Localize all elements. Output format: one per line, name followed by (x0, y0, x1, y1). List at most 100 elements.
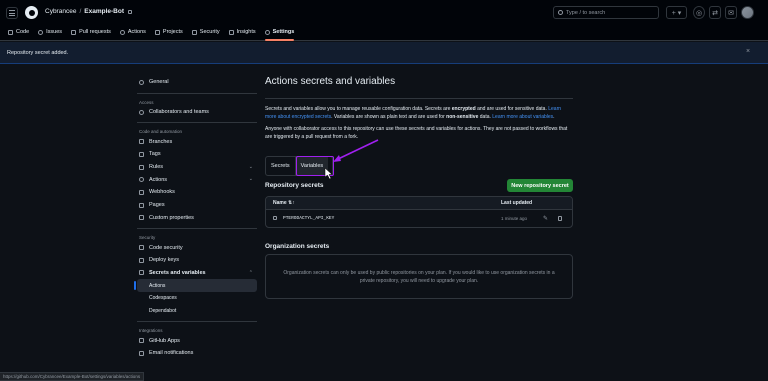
sidebar-item-label: Actions (149, 282, 166, 289)
organization-secrets-message: Organization secrets can only be used by… (265, 254, 573, 299)
people-icon (139, 109, 144, 115)
sidebar-group-heading: Access (139, 99, 154, 105)
owner-link[interactable]: Cybrancee (45, 8, 76, 15)
intro-bold: non-sensitive (446, 114, 479, 120)
search-input[interactable]: Type / to search (553, 6, 659, 19)
sidebar-item-label: Pages (149, 202, 165, 209)
sidebar-item-pages[interactable]: Pages (137, 199, 257, 212)
sidebar-item-branches[interactable]: Branches (137, 135, 257, 148)
note-icon (139, 215, 144, 221)
trash-icon[interactable] (558, 216, 562, 221)
tab-projects[interactable]: Projects (154, 26, 183, 38)
chevron-down-icon: ⌄ (248, 176, 253, 183)
sidebar-item-code-security[interactable]: Code security (137, 241, 257, 254)
updated-column-header: Last updated (501, 200, 533, 206)
title-divider (265, 98, 573, 99)
search-icon (558, 10, 563, 15)
repo-link[interactable]: Example-Bot (84, 8, 124, 15)
sidebar-subitem-actions[interactable]: Actions (134, 279, 257, 292)
sidebar-group-heading: Security (139, 235, 156, 241)
secrets-table: Name ⇅↑ Last updated PTERODACTYL_API_KEY… (265, 196, 573, 228)
breadcrumb-separator: / (79, 8, 82, 15)
secret-name: PTERODACTYL_API_KEY (283, 216, 335, 221)
name-column-header[interactable]: Name ⇅↑ (273, 200, 295, 206)
sidebar-item-label: General (149, 79, 169, 86)
sidebar-item-label: Email notifications (149, 350, 194, 357)
github-logo-icon[interactable] (25, 6, 38, 19)
new-repository-secret-button[interactable]: New repository secret (507, 179, 573, 192)
intro-text: Secrets and variables allow you to manag… (265, 106, 452, 112)
tab-label: Settings (272, 29, 295, 35)
pull-requests-icon[interactable]: ⇄ (709, 6, 721, 19)
tab-security[interactable]: Security (191, 26, 220, 38)
tab-label: Code (16, 29, 30, 35)
repo-tabs: Code Issues Pull requests Actions Projec… (8, 26, 295, 41)
close-icon[interactable]: × (746, 48, 750, 55)
menu-button[interactable] (6, 7, 18, 19)
table-header: Name ⇅↑ Last updated (266, 197, 572, 210)
flash-banner: Repository secret added. × (0, 42, 768, 64)
sidebar-item-label: Deploy keys (149, 257, 179, 264)
tab-code[interactable]: Code (8, 26, 29, 38)
settings-sidebar: General Access Collaborators and teams C… (134, 76, 257, 360)
learn-more-variables-link[interactable]: Learn more about variables (492, 114, 553, 120)
tab-insights[interactable]: Insights (228, 26, 256, 38)
main-content: Actions secrets and variables Secrets an… (265, 76, 573, 141)
table-icon (154, 29, 160, 35)
intro-text: . Variables are shown as plain text and … (331, 114, 447, 120)
tab-pull-requests[interactable]: Pull requests (71, 26, 111, 38)
sidebar-item-collaborators[interactable]: Collaborators and teams (137, 106, 257, 119)
sidebar-subitem-dependabot[interactable]: Dependabot (137, 305, 257, 318)
tab-settings[interactable]: Settings (264, 26, 295, 41)
tab-actions[interactable]: Actions (119, 26, 146, 38)
intro-bold: encrypted (451, 106, 476, 112)
intro-text: data. (478, 114, 493, 120)
avatar[interactable] (741, 6, 754, 19)
tab-label: Projects (162, 29, 183, 35)
sidebar-item-label: Actions (149, 176, 168, 183)
sidebar-item-label: Rules (149, 164, 164, 171)
apps-icon (139, 338, 144, 344)
tab-issues[interactable]: Issues (38, 26, 62, 38)
intro-text: and are used for sensitive data. (475, 106, 549, 112)
search-placeholder: Type / to search (566, 9, 606, 16)
sidebar-item-label: Webhooks (149, 189, 175, 196)
intro-text: . (553, 114, 555, 120)
rules-icon (139, 164, 144, 170)
sidebar-item-rules[interactable]: Rules ⌄ (137, 161, 257, 174)
organization-secrets-heading: Organization secrets (265, 243, 330, 250)
pencil-icon[interactable]: ✎ (543, 215, 548, 222)
sidebar-item-label: GitHub Apps (149, 337, 180, 344)
issues-icon[interactable]: ◎ (693, 6, 705, 19)
chevron-up-icon: ⌃ (248, 269, 253, 276)
sidebar-item-actions[interactable]: Actions ⌄ (137, 173, 257, 186)
sidebar-subitem-codespaces[interactable]: Codespaces (137, 292, 257, 305)
tab-label: Actions (127, 29, 146, 35)
sidebar-item-label: Branches (149, 138, 173, 145)
sidebar-item-general[interactable]: General (137, 76, 257, 89)
table-row: PTERODACTYL_API_KEY 1 minute ago ✎ (266, 210, 572, 227)
sidebar-divider (137, 228, 257, 230)
chevron-down-icon: ⌄ (248, 163, 253, 170)
sidebar-item-webhooks[interactable]: Webhooks (137, 186, 257, 199)
notifications-icon[interactable]: ✉ (725, 6, 737, 19)
gear-icon (139, 79, 144, 85)
sidebar-item-tags[interactable]: Tags (137, 148, 257, 161)
sidebar-item-github-apps[interactable]: GitHub Apps (137, 334, 257, 347)
tab-label: Issues (46, 29, 63, 35)
lock-icon (273, 216, 277, 220)
gear-icon (264, 29, 270, 35)
sidebar-item-label: Custom properties (149, 214, 194, 221)
sidebar-item-secrets-variables[interactable]: Secrets and variables ⌃ (137, 267, 257, 280)
tab-label: Insights (236, 29, 256, 35)
sidebar-item-custom-properties[interactable]: Custom properties (137, 212, 257, 225)
sidebar-item-label: Dependabot (149, 307, 177, 314)
tab-secrets[interactable]: Secrets (266, 157, 295, 175)
sidebar-group-heading: Code and automation (139, 129, 183, 135)
sidebar-item-deploy-keys[interactable]: Deploy keys (137, 254, 257, 267)
flash-message: Repository secret added. (7, 49, 69, 56)
access-paragraph: Anyone with collaborator access to this … (265, 126, 568, 140)
sidebar-item-email-notifications[interactable]: Email notifications (137, 347, 257, 360)
key-icon (139, 257, 144, 263)
create-new-button[interactable]: + ▾ (666, 6, 687, 19)
